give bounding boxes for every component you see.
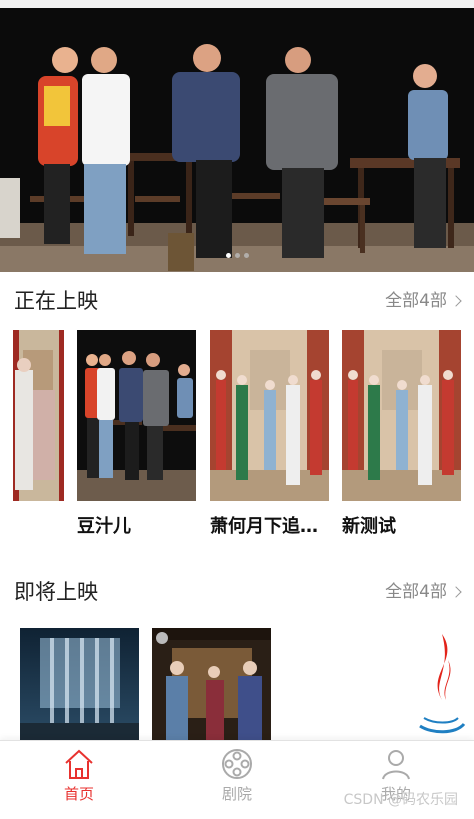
view-all-link[interactable]: 全部4部 — [385, 286, 462, 316]
view-all-label: 全部4部 — [385, 291, 447, 311]
status-strip — [0, 0, 474, 8]
bottom-tab-bar: 首页 剧院 我的 CSDN @码农乐园 — [0, 740, 474, 819]
upcoming-show-card[interactable] — [20, 628, 139, 740]
show-card[interactable] — [13, 330, 64, 501]
view-all-label: 全部4部 — [385, 582, 447, 602]
coming-soon-header: 即将上映 全部4部 — [0, 577, 474, 607]
tab-theater[interactable]: 剧院 — [197, 747, 277, 807]
section-title: 即将上映 — [14, 580, 98, 604]
show-card[interactable]: 萧何月下追… — [210, 330, 329, 537]
show-title: 萧何月下追… — [210, 516, 318, 537]
show-card[interactable]: 新测试 — [342, 330, 461, 537]
section-title: 正在上映 — [14, 289, 98, 313]
view-all-link[interactable]: 全部4部 — [385, 577, 462, 607]
show-title: 新测试 — [342, 516, 396, 537]
carousel-dot[interactable] — [243, 253, 249, 258]
theater-reel-icon — [222, 749, 252, 779]
banner-stage-image — [0, 8, 474, 272]
tab-home[interactable]: 首页 — [39, 747, 119, 807]
carousel-indicator[interactable] — [0, 253, 474, 258]
carousel-dot[interactable] — [225, 253, 231, 258]
chevron-right-icon — [450, 295, 462, 307]
carousel-dot[interactable] — [234, 253, 240, 258]
chevron-right-icon — [450, 586, 462, 598]
user-icon — [382, 750, 410, 780]
tab-label: 首页 — [63, 785, 94, 803]
show-poster — [342, 330, 461, 501]
show-poster — [13, 330, 64, 501]
show-title: 豆汁儿 — [77, 516, 131, 537]
home-icon — [65, 749, 93, 779]
upcoming-show-card[interactable] — [152, 628, 271, 740]
flame-logo-icon — [412, 630, 468, 740]
tab-label: 剧院 — [221, 785, 252, 803]
hero-banner[interactable] — [0, 8, 474, 272]
show-poster — [210, 330, 329, 501]
show-poster — [152, 628, 271, 740]
show-poster — [77, 330, 196, 501]
watermark: CSDN @码农乐园 — [343, 792, 458, 808]
show-poster — [20, 628, 139, 740]
now-showing-header: 正在上映 全部4部 — [0, 286, 474, 316]
show-card[interactable]: 豆汁儿 — [77, 330, 196, 537]
